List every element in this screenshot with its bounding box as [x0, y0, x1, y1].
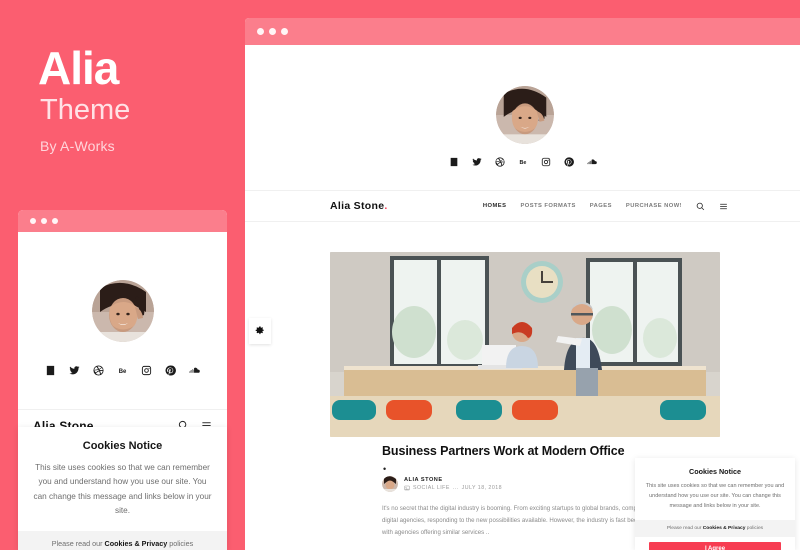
- avatar-portrait-icon: [91, 280, 154, 342]
- promo-byline: By A-Works: [40, 138, 115, 154]
- author-avatar-icon: [382, 476, 398, 492]
- article-meta: ALIA STONE SOCIAL LIFE ... JULY 18, 2018: [382, 476, 502, 492]
- instagram-icon[interactable]: [541, 157, 551, 167]
- cookies-notice-message: This site uses cookies so that we can re…: [33, 463, 212, 516]
- svg-text:Be: Be: [519, 160, 526, 166]
- category-icon: [404, 485, 410, 491]
- nav-item-purchase-now[interactable]: PURCHASE NOW!: [626, 203, 682, 209]
- author-avatar: [382, 476, 398, 492]
- cookies-policy-link[interactable]: Cookies & Privacy: [703, 526, 746, 531]
- window-close-dot[interactable]: [257, 28, 264, 35]
- window-minimize-dot[interactable]: [41, 218, 47, 224]
- hamburger-icon[interactable]: [719, 202, 728, 211]
- cookies-notice-heading: Cookies Notice: [689, 467, 741, 476]
- avatar-portrait-icon: [496, 86, 554, 144]
- social-links: Be: [18, 365, 227, 376]
- cookies-policy-link[interactable]: Cookies & Privacy: [105, 539, 168, 548]
- pinterest-icon[interactable]: [165, 365, 176, 376]
- pinterest-icon[interactable]: [563, 157, 574, 167]
- avatar: [91, 280, 154, 342]
- window-maximize-dot[interactable]: [52, 218, 58, 224]
- site-logo-text: Alia Stone: [330, 200, 385, 212]
- article-author[interactable]: ALIA STONE: [404, 477, 502, 483]
- nav-item-pages[interactable]: PAGES: [590, 203, 612, 209]
- page-title: Alia: [38, 42, 119, 94]
- cookies-notice-mobile: Cookies Notice This site uses cookies so…: [18, 427, 227, 550]
- site-nav: Alia Stone. HOMES POSTS FORMATS PAGES PU…: [245, 190, 800, 222]
- cookies-notice-heading: Cookies Notice: [82, 440, 163, 452]
- facebook-icon[interactable]: [45, 365, 56, 376]
- window-close-dot[interactable]: [30, 218, 36, 224]
- site-logo[interactable]: Alia Stone.: [330, 200, 388, 212]
- mobile-title-bar: [18, 210, 227, 232]
- cookies-notice-desktop: Cookies Notice This site uses cookies so…: [635, 458, 795, 550]
- article-featured-image[interactable]: [330, 252, 720, 437]
- cookies-agree-button[interactable]: I Agree: [649, 542, 781, 550]
- svg-text:Be: Be: [119, 369, 127, 375]
- browser-title-bar: [245, 18, 800, 45]
- dribbble-icon[interactable]: [93, 365, 104, 376]
- article-meta-line: SOCIAL LIFE ... JULY 18, 2018: [404, 485, 502, 491]
- twitter-icon[interactable]: [69, 365, 80, 376]
- settings-tab[interactable]: [249, 318, 271, 344]
- dribbble-icon[interactable]: [494, 157, 505, 167]
- article-bullet: •: [383, 464, 387, 474]
- window-minimize-dot[interactable]: [269, 28, 276, 35]
- cookies-notice-footer: Please read our Cookies & Privacy polici…: [18, 531, 227, 550]
- facebook-icon[interactable]: [449, 157, 459, 167]
- cookies-footer-prefix: Please read our: [666, 526, 703, 532]
- cookies-footer-suffix: policies: [745, 526, 764, 532]
- meta-separator: ...: [452, 485, 459, 491]
- nav-item-homes[interactable]: HOMES: [483, 203, 507, 209]
- article-date: JULY 18, 2018: [461, 485, 503, 491]
- soundcloud-icon[interactable]: [189, 365, 200, 376]
- nav-menu: HOMES POSTS FORMATS PAGES PURCHASE NOW!: [483, 202, 728, 211]
- soundcloud-icon[interactable]: [586, 157, 597, 167]
- office-photo-icon: [330, 252, 720, 437]
- article-title[interactable]: Business Partners Work at Modern Office: [382, 444, 625, 458]
- social-links: Be: [245, 157, 800, 167]
- site-logo-dot: .: [384, 200, 388, 212]
- cookies-footer-suffix: policies: [167, 539, 194, 549]
- behance-icon[interactable]: Be: [117, 365, 128, 376]
- behance-icon[interactable]: Be: [518, 157, 528, 167]
- twitter-icon[interactable]: [471, 157, 482, 167]
- nav-item-posts-formats[interactable]: POSTS FORMATS: [520, 203, 575, 209]
- promo-subtitle: Theme: [40, 94, 131, 126]
- cookies-footer-prefix: Please read our: [51, 539, 105, 549]
- cookies-notice-footer: Please read our Cookies & Privacy polici…: [635, 520, 795, 538]
- window-maximize-dot[interactable]: [281, 28, 288, 35]
- instagram-icon[interactable]: [141, 365, 152, 376]
- article-category[interactable]: SOCIAL LIFE: [413, 485, 450, 491]
- gear-icon: [255, 326, 264, 335]
- search-icon[interactable]: [696, 202, 705, 211]
- avatar: [496, 86, 554, 144]
- cookies-notice-message: This site uses cookies so that we can re…: [645, 483, 785, 509]
